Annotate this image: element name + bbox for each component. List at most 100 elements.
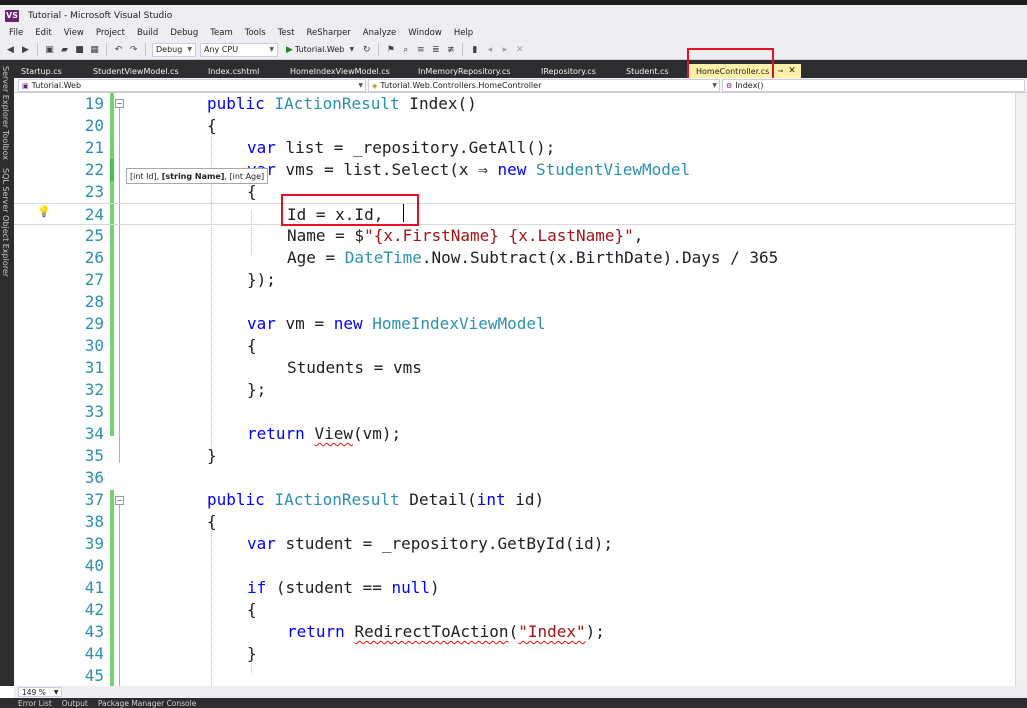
prev-bookmark-icon[interactable]: ◂ xyxy=(484,45,495,55)
close-icon[interactable]: ✕ xyxy=(788,66,796,76)
line-number: 28 xyxy=(84,292,104,311)
code-editor[interactable]: − − 19 public IActionResult Index() 20{ 2… xyxy=(14,93,1027,686)
indent-icon[interactable]: ≡ xyxy=(415,45,426,55)
code-line: 31 Students = vms xyxy=(14,357,1027,379)
menu-project[interactable]: Project xyxy=(90,28,131,38)
save-icon[interactable]: ■ xyxy=(74,45,85,55)
code-line: 36 xyxy=(14,467,1027,489)
line-number: 36 xyxy=(84,468,104,487)
code-text: } xyxy=(207,446,217,465)
redo-icon[interactable]: ↷ xyxy=(128,45,139,55)
navigation-bar: ▣ Tutorial.Web ▼ ◈ Tutorial.Web.Controll… xyxy=(14,78,1027,93)
save-all-icon[interactable]: ▦ xyxy=(89,45,100,55)
code-line: 23 { xyxy=(14,181,1027,203)
quick-action-lightbulb-icon[interactable]: 💡 xyxy=(37,205,51,219)
tab-error-list[interactable]: Error List xyxy=(18,699,52,708)
tab-index-cshtml[interactable]: Index.cshtml xyxy=(201,64,283,78)
line-number: 31 xyxy=(84,358,104,377)
tab-student[interactable]: Student.cs xyxy=(619,64,689,78)
visual-studio-logo-icon: VS xyxy=(5,9,19,22)
line-number: 21 xyxy=(84,138,104,157)
line-number: 29 xyxy=(84,314,104,333)
tab-in-memory-repository[interactable]: InMemoryRepository.cs xyxy=(411,64,534,78)
menu-help[interactable]: Help xyxy=(448,28,479,38)
open-file-icon[interactable]: ▰ xyxy=(59,45,70,55)
chevron-down-icon: ▼ xyxy=(358,82,363,89)
menu-file[interactable]: File xyxy=(3,28,29,38)
undo-icon[interactable]: ↶ xyxy=(113,45,124,55)
line-number: 42 xyxy=(84,600,104,619)
menu-edit[interactable]: Edit xyxy=(29,28,57,38)
menu-analyze[interactable]: Analyze xyxy=(357,28,403,38)
forward-navigate-icon[interactable]: ▶ xyxy=(20,45,31,55)
toolbox-tab[interactable]: Toolbox xyxy=(1,130,10,160)
tab-label: Student.cs xyxy=(626,66,669,76)
code-line: 27}); xyxy=(14,269,1027,291)
menu-resharper[interactable]: ReSharper xyxy=(300,28,356,38)
code-highlight-box xyxy=(281,194,419,226)
menu-window[interactable]: Window xyxy=(402,28,448,38)
chevron-down-icon: ▼ xyxy=(712,82,717,89)
start-target-label[interactable]: Tutorial.Web xyxy=(295,45,344,54)
vertical-scrollbar[interactable] xyxy=(1015,93,1027,686)
project-value: Tutorial.Web xyxy=(31,81,82,90)
back-navigate-icon[interactable]: ◀ xyxy=(5,45,16,55)
code-line: 43 return RedirectToAction("Index"); xyxy=(14,621,1027,643)
code-line: 26 Age = DateTime.Now.Subtract(x.BirthDat… xyxy=(14,247,1027,269)
tab-irepository[interactable]: IRepository.cs xyxy=(534,64,619,78)
line-number: 27 xyxy=(84,270,104,289)
menu-team[interactable]: Team xyxy=(204,28,238,38)
line-number: 34 xyxy=(84,424,104,443)
code-text: Age = DateTime.Now.Subtract(x.BirthDate)… xyxy=(287,248,779,267)
clear-bookmarks-icon[interactable]: ✕ xyxy=(514,45,525,55)
code-text: return RedirectToAction("Index"); xyxy=(287,622,605,641)
code-line: 20 { xyxy=(14,115,1027,137)
browser-link-icon[interactable]: ⚑ xyxy=(385,45,396,55)
line-number: 24 xyxy=(84,205,104,224)
next-bookmark-icon[interactable]: ▸ xyxy=(499,45,510,55)
tab-label: HomeIndexViewModel.cs xyxy=(290,66,390,76)
toolbar-separator xyxy=(106,43,107,56)
document-tab-bar: Startup.cs StudentViewModel.cs Index.csh… xyxy=(14,48,1027,80)
uncomment-icon[interactable]: ≢ xyxy=(445,45,456,55)
comment-icon[interactable]: ≣ xyxy=(430,45,441,55)
find-icon[interactable]: ⌕ xyxy=(400,45,411,55)
menu-view[interactable]: View xyxy=(58,28,90,38)
tab-output[interactable]: Output xyxy=(62,699,88,708)
tab-startup[interactable]: Startup.cs xyxy=(14,64,86,78)
chevron-down-icon[interactable]: ▼ xyxy=(346,46,357,53)
parameter-info-tooltip: [int Id], [string Name], [int Age] xyxy=(126,168,269,184)
code-text: Name = $"{x.FirstName} {x.LastName}", xyxy=(287,226,644,245)
menu-build[interactable]: Build xyxy=(131,28,164,38)
tab-package-manager-console[interactable]: Package Manager Console xyxy=(98,699,197,708)
code-line: 42 { xyxy=(14,599,1027,621)
line-number: 43 xyxy=(84,622,104,641)
toolbar-separator xyxy=(462,43,464,56)
bookmark-icon[interactable]: ▮ xyxy=(469,45,480,55)
code-text: { xyxy=(207,512,217,531)
tooltip-current-param: [string Name] xyxy=(161,171,225,181)
tab-home-index-view-model[interactable]: HomeIndexViewModel.cs xyxy=(283,64,411,78)
new-project-icon[interactable]: ▣ xyxy=(44,45,55,55)
tab-student-view-model[interactable]: StudentViewModel.cs xyxy=(86,64,201,78)
start-debugging-icon[interactable]: ▶ xyxy=(286,45,293,55)
member-dropdown[interactable]: ⚙ Index() xyxy=(722,79,1025,92)
tab-label: IRepository.cs xyxy=(541,66,596,76)
code-text: { xyxy=(247,600,257,619)
menu-test[interactable]: Test xyxy=(272,28,301,38)
sql-server-object-explorer-tab[interactable]: SQL Server Object Explorer xyxy=(1,168,10,277)
code-text: var vms = list.Select(x ⇒ new StudentVie… xyxy=(247,160,691,179)
project-dropdown[interactable]: ▣ Tutorial.Web ▼ xyxy=(18,79,366,92)
pin-icon[interactable]: ⊸ xyxy=(777,67,783,75)
menu-tools[interactable]: Tools xyxy=(239,28,272,38)
refresh-icon[interactable]: ↻ xyxy=(361,45,372,55)
code-line: 21 var list = _repository.GetAll(); xyxy=(14,137,1027,159)
server-explorer-tab[interactable]: Server Explorer xyxy=(1,66,10,128)
configuration-select[interactable]: Debug ▼ xyxy=(152,42,196,57)
platform-select[interactable]: Any CPU ▼ xyxy=(200,42,278,57)
menu-debug[interactable]: Debug xyxy=(164,28,204,38)
chevron-down-icon: ▼ xyxy=(187,46,192,53)
zoom-level-select[interactable]: 149 % ▼ xyxy=(18,687,63,697)
type-dropdown[interactable]: ◈ Tutorial.Web.Controllers.HomeControlle… xyxy=(368,79,720,92)
line-number: 35 xyxy=(84,446,104,465)
